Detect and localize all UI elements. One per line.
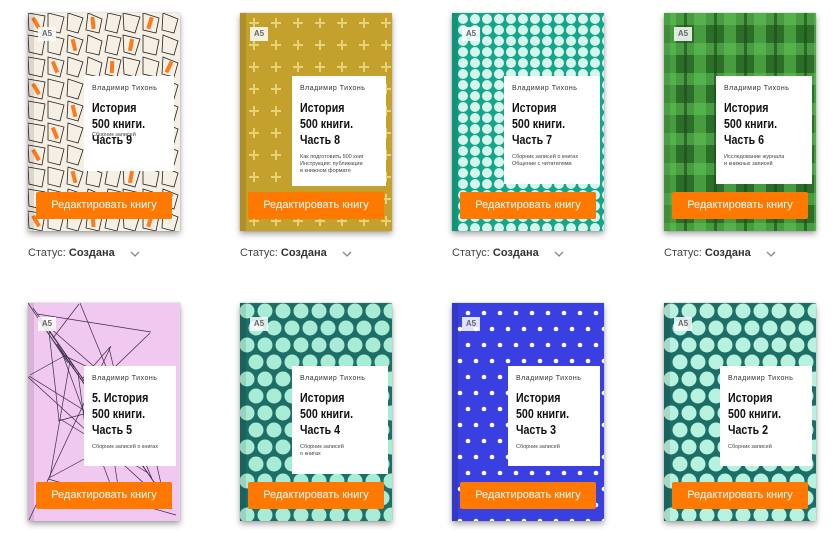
book-title: История 500 книги. Часть 2 <box>728 390 782 437</box>
status-value: Создана <box>68 247 115 259</box>
edit-book-button[interactable]: Редактировать книгу <box>248 482 384 509</box>
status-prefix: Статус: <box>452 247 490 259</box>
status-value: Создана <box>280 247 327 259</box>
status-row: Статус: Создана <box>664 247 751 259</box>
format-badge: A5 <box>38 317 56 331</box>
book-author: Владимир Тихонь <box>728 375 794 382</box>
chevron-down-icon[interactable] <box>554 250 564 258</box>
status-row: Статус: Создана <box>452 247 539 259</box>
book-subtitle: Как подготовить 500 книг Инструкция: пуб… <box>300 154 364 174</box>
edit-book-button[interactable]: Редактировать книгу <box>36 192 172 219</box>
format-badge: A5 <box>250 317 268 331</box>
book-cover-part-6[interactable]: A5 Владимир Тихонь История 500 книги. Част… <box>664 13 816 231</box>
cover-title-panel: Владимир Тихонь 5. История 500 книги. Час… <box>84 366 176 466</box>
book-subtitle: Сборник записей о книгах Общение с читат… <box>512 154 579 167</box>
book-subtitle: Сборник записей <box>92 132 136 138</box>
book-subtitle: Сборник записей о книгах <box>92 444 159 450</box>
book-author: Владимир Тихонь <box>724 85 790 92</box>
book-author: Владимир Тихонь <box>92 85 158 92</box>
edit-book-button[interactable]: Редактировать книгу <box>36 482 172 509</box>
format-badge: A5 <box>38 27 56 41</box>
book-spine <box>240 303 246 521</box>
book-title: История 500 книги. Часть 3 <box>516 390 570 437</box>
book-subtitle: Исследование журнала и книжных записей <box>724 154 785 167</box>
book-title: История 500 книги. Часть 4 <box>300 390 354 437</box>
book-author: Владимир Тихонь <box>300 85 366 92</box>
cover-title-panel: Владимир Тихонь История 500 книги. Часть … <box>720 366 812 466</box>
format-badge: A5 <box>462 317 480 331</box>
status-prefix: Статус: <box>664 247 702 259</box>
book-spine <box>664 303 670 521</box>
edit-book-button[interactable]: Редактировать книгу <box>672 482 808 509</box>
format-badge: A5 <box>674 27 692 41</box>
cover-title-panel: Владимир Тихонь История 500 книги. Часть … <box>508 366 600 466</box>
book-cover-part-7[interactable]: A5 Владимир Тихонь История 500 книги. Част… <box>452 13 604 231</box>
book-cover-part-9[interactable]: A5 Владимир Тихонь История 500 книги. Част… <box>28 13 180 231</box>
book-title: История 500 книги. Часть 8 <box>300 100 354 147</box>
book-cover-part-8[interactable]: A5 Владимир Тихонь История 500 книги. Част… <box>240 13 392 231</box>
book-cover-part-4[interactable]: A5 Владимир Тихонь История 500 книги. Част… <box>240 303 392 521</box>
cover-title-panel: Владимир Тихонь История 500 книги. Часть … <box>84 76 174 171</box>
format-badge: A5 <box>674 317 692 331</box>
book-title: История 500 книги. Часть 7 <box>512 100 566 147</box>
cover-title-panel: Владимир Тихонь История 500 книги. Часть … <box>716 76 812 184</box>
format-badge: A5 <box>250 27 268 41</box>
status-row: Статус: Создана <box>240 247 327 259</box>
book-cover-part-3[interactable]: A5 Владимир Тихонь История 500 книги. Част… <box>452 303 604 521</box>
book-cover-part-2[interactable]: A5 Владимир Тихонь История 500 книги. Част… <box>664 303 816 521</box>
chevron-down-icon[interactable] <box>766 250 776 258</box>
book-subtitle: Сборник записей о книгах <box>300 444 344 457</box>
book-author: Владимир Тихонь <box>300 375 366 382</box>
book-spine <box>28 13 34 231</box>
edit-book-button[interactable]: Редактировать книгу <box>460 192 596 219</box>
cover-title-panel: Владимир Тихонь История 500 книги. Часть … <box>292 76 386 186</box>
book-author: Владимир Тихонь <box>512 85 578 92</box>
book-title: 5. История 500 книги. Часть 5 <box>92 390 149 437</box>
book-title: История 500 книги. Часть 9 <box>92 100 146 147</box>
cover-title-panel: Владимир Тихонь История 500 книги. Часть … <box>504 76 600 184</box>
chevron-down-icon[interactable] <box>342 250 352 258</box>
book-title: История 500 книги. Часть 6 <box>724 100 778 147</box>
status-row: Статус: Создана <box>28 247 115 259</box>
book-cover-part-5[interactable]: A5 Владимир Тихонь 5. История 500 книги. Ч… <box>28 303 180 521</box>
book-author: Владимир Тихонь <box>92 375 158 382</box>
edit-book-button[interactable]: Редактировать книгу <box>672 192 808 219</box>
status-value: Создана <box>492 247 539 259</box>
status-value: Создана <box>704 247 751 259</box>
chevron-down-icon[interactable] <box>130 250 140 258</box>
status-prefix: Статус: <box>240 247 278 259</box>
status-prefix: Статус: <box>28 247 66 259</box>
edit-book-button[interactable]: Редактировать книгу <box>248 192 384 219</box>
book-spine <box>664 13 670 231</box>
book-spine <box>452 13 458 231</box>
edit-book-button[interactable]: Редактировать книгу <box>460 482 596 509</box>
book-subtitle: Сборник записей <box>516 444 560 450</box>
book-author: Владимир Тихонь <box>516 375 582 382</box>
book-subtitle: Сборник записей <box>728 444 772 450</box>
format-badge: A5 <box>462 27 480 41</box>
book-spine <box>240 13 246 231</box>
cover-title-panel: Владимир Тихонь История 500 книги. Часть … <box>292 366 388 474</box>
book-spine <box>452 303 458 521</box>
book-spine <box>28 303 34 521</box>
